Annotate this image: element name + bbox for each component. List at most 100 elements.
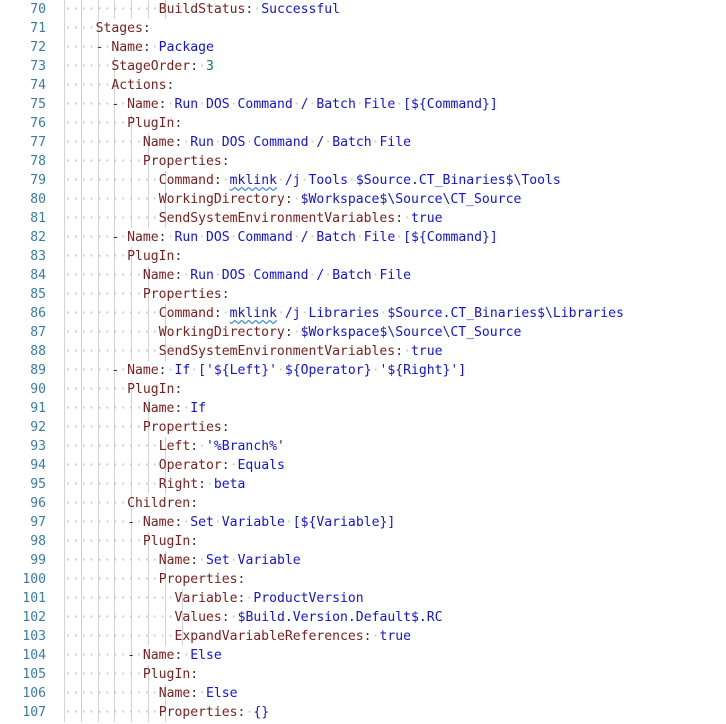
line-content[interactable]: ············BuildStatus:·Successful [64, 0, 340, 19]
line-content[interactable]: ············Command:·mklink·/j·Tools·$So… [64, 171, 561, 190]
code-line[interactable]: 71 ····Stages: [0, 19, 726, 38]
line-content[interactable]: ············Name:·Set·Variable [64, 551, 301, 570]
yaml-value: File [379, 268, 412, 283]
whitespace-dot: · [71, 439, 80, 454]
line-content[interactable]: ············WorkingDirectory:·$Workspace… [64, 190, 521, 209]
code-line[interactable]: 82 ······-·Name:·Run·DOS·Command·/·Batch·… [0, 228, 726, 247]
whitespace-dot: · [64, 192, 72, 207]
code-line[interactable]: 88 ············SendSystemEnvironmentVaria… [0, 342, 726, 361]
line-content[interactable]: ··········Name:·Run·DOS·Command·/·Batch·… [64, 133, 411, 152]
code-line[interactable]: 81 ············SendSystemEnvironmentVaria… [0, 209, 726, 228]
line-content[interactable]: ······StageOrder:·3 [64, 57, 214, 76]
code-line[interactable]: 79 ············Command:·mklink·/j·Tools·$… [0, 171, 726, 190]
code-line[interactable]: 87 ············WorkingDirectory:·$Workspa… [0, 323, 726, 342]
line-content[interactable]: ··············Variable:·ProductVersion [64, 589, 364, 608]
code-line[interactable]: 94 ············Operator:·Equals [0, 456, 726, 475]
code-line[interactable]: 92 ··········Properties: [0, 418, 726, 437]
code-line[interactable]: 97 ········-·Name:·Set·Variable·[${Variab… [0, 513, 726, 532]
code-line[interactable]: 70 ············BuildStatus:·Successful [0, 0, 726, 19]
line-content[interactable]: ············Operator:·Equals [64, 456, 285, 475]
whitespace-dot: · [135, 420, 143, 435]
line-content[interactable]: ··········Properties: [64, 285, 230, 304]
line-content[interactable]: ······-·Name:·If·['${Left}'·${Operator}·… [64, 361, 466, 380]
code-line[interactable]: 98 ··········PlugIn: [0, 532, 726, 551]
line-content[interactable]: ········-·Name:·Set·Variable·[${Variable… [64, 513, 395, 532]
line-content[interactable]: ············Properties:·{} [64, 703, 269, 722]
line-content[interactable]: ········-·Name:·Else [64, 646, 222, 665]
code-line[interactable]: 96 ········Children: [0, 494, 726, 513]
line-content[interactable]: ··········Properties: [64, 152, 230, 171]
line-content[interactable]: ············Properties: [64, 570, 245, 589]
whitespace-dot: · [87, 97, 96, 112]
line-content[interactable]: ········PlugIn: [64, 380, 182, 399]
code-line[interactable]: 72 ····-·Name:·Package [0, 38, 726, 57]
code-line[interactable]: 89 ······-·Name:·If·['${Left}'·${Operator… [0, 361, 726, 380]
line-content[interactable]: ············SendSystemEnvironmentVariabl… [64, 209, 443, 228]
yaml-value: Successful [261, 2, 341, 17]
code-line[interactable]: 103 ··············ExpandVariableReference… [0, 627, 726, 646]
line-content[interactable]: ············SendSystemEnvironmentVariabl… [64, 342, 443, 361]
whitespace-dot: · [127, 477, 136, 492]
whitespace-dot: · [135, 268, 143, 283]
code-line[interactable]: 78 ··········Properties: [0, 152, 726, 171]
code-line[interactable]: 106 ············Name:·Else [0, 684, 726, 703]
line-content[interactable]: ··········PlugIn: [64, 665, 198, 684]
line-content[interactable]: ············Name:·Else [64, 684, 238, 703]
code-line[interactable]: 102 ··············Values:·$Build.Version.… [0, 608, 726, 627]
whitespace-dot: · [119, 135, 128, 150]
code-line[interactable]: 104 ········-·Name:·Else [0, 646, 726, 665]
code-line[interactable]: 86 ············Command:·mklink·/j·Librari… [0, 304, 726, 323]
whitespace-dot: · [79, 154, 88, 169]
line-content[interactable]: ············Command:·mklink·/j·Libraries… [64, 304, 624, 323]
whitespace-dot: · [292, 230, 301, 245]
code-line[interactable]: 105 ··········PlugIn: [0, 665, 726, 684]
code-lines-container[interactable]: 70 ············BuildStatus:·Successful 71 ·… [0, 0, 726, 724]
whitespace-dot: · [371, 268, 380, 283]
line-content[interactable]: ······-·Name:·Run·DOS·Command·/·Batch·Fi… [64, 228, 498, 247]
line-content[interactable]: ········PlugIn: [64, 114, 182, 133]
yaml-value: Run [190, 268, 214, 283]
code-line[interactable]: 91 ··········Name:·If [0, 399, 726, 418]
code-line[interactable]: 93 ············Left:·'%Branch%' [0, 437, 726, 456]
whitespace-dot: · [64, 173, 72, 188]
whitespace-dot: · [79, 553, 88, 568]
line-content[interactable]: ··············Values:·$Build.Version.Def… [64, 608, 443, 627]
line-content[interactable]: ··········Properties: [64, 418, 230, 437]
line-content[interactable]: ··········Name:·If [64, 399, 206, 418]
code-line[interactable]: 95 ············Right:·beta [0, 475, 726, 494]
line-content[interactable]: ······-·Name:·Run·DOS·Command·/·Batch·Fi… [64, 95, 498, 114]
code-line[interactable]: 80 ············WorkingDirectory:·$Workspa… [0, 190, 726, 209]
line-content[interactable]: ············Left:·'%Branch%' [64, 437, 285, 456]
code-line[interactable]: 77 ··········Name:·Run·DOS·Command·/·Batc… [0, 133, 726, 152]
line-content[interactable]: ········Children: [64, 494, 198, 513]
line-content[interactable]: ············Right:·beta [64, 475, 245, 494]
code-line[interactable]: 107 ············Properties:·{} [0, 703, 726, 722]
whitespace-dot: · [64, 97, 72, 112]
code-line[interactable]: 76 ········PlugIn: [0, 114, 726, 133]
code-editor[interactable]: 70 ············BuildStatus:·Successful 71 ·… [0, 0, 726, 724]
line-content[interactable]: ············WorkingDirectory:·$Workspace… [64, 323, 521, 342]
code-line[interactable]: 83 ········PlugIn: [0, 247, 726, 266]
line-content[interactable]: ····Stages: [64, 19, 151, 38]
code-line[interactable]: 99 ············Name:·Set·Variable [0, 551, 726, 570]
whitespace-dot: · [142, 192, 151, 207]
yaml-key: PlugIn [142, 534, 191, 549]
code-line[interactable]: 101 ··············Variable:·ProductVersio… [0, 589, 726, 608]
line-content[interactable]: ······Actions: [64, 76, 174, 95]
line-content[interactable]: ··············ExpandVariableReferences:·… [64, 627, 411, 646]
line-number: 76 [30, 116, 46, 131]
whitespace-dot: · [127, 173, 136, 188]
code-line[interactable]: 84 ··········Name:·Run·DOS·Command·/·Batc… [0, 266, 726, 285]
code-line[interactable]: 90 ········PlugIn: [0, 380, 726, 399]
code-line[interactable]: 73 ······StageOrder:·3 [0, 57, 726, 76]
line-content[interactable]: ····-·Name:·Package [64, 38, 214, 57]
whitespace-dot: · [198, 59, 206, 74]
code-line[interactable]: 75 ······-·Name:·Run·DOS·Command·/·Batch·… [0, 95, 726, 114]
code-line[interactable]: 85 ··········Properties: [0, 285, 726, 304]
line-content[interactable]: ········PlugIn: [64, 247, 182, 266]
code-line[interactable]: 100 ············Properties: [0, 570, 726, 589]
line-number: 96 [30, 496, 46, 511]
line-content[interactable]: ··········PlugIn: [64, 532, 198, 551]
line-content[interactable]: ··········Name:·Run·DOS·Command·/·Batch·… [64, 266, 411, 285]
code-line[interactable]: 74 ······Actions: [0, 76, 726, 95]
